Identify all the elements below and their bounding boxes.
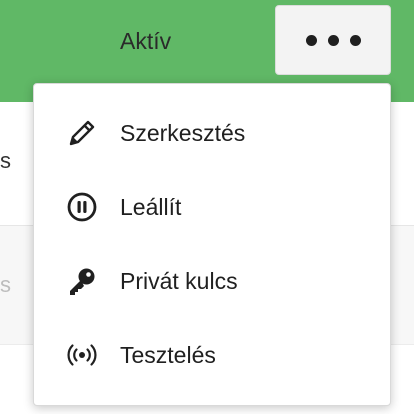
menu-item-private-key[interactable]: Privát kulcs xyxy=(34,244,390,318)
more-dots-icon xyxy=(327,34,339,46)
menu-item-test[interactable]: Tesztelés xyxy=(34,318,390,392)
menu-item-stop[interactable]: Leállít xyxy=(34,170,390,244)
page: Aktív s s Szerkesztés Leállít Privát kul… xyxy=(0,0,414,414)
key-icon xyxy=(64,263,100,299)
menu-item-label: Szerkesztés xyxy=(120,119,246,146)
status-label: Aktív xyxy=(120,28,172,54)
pause-circle-icon xyxy=(64,189,100,225)
pencil-icon xyxy=(64,115,100,151)
more-options-button[interactable] xyxy=(275,5,391,75)
more-dots-icon xyxy=(305,34,317,46)
background-row-text: s xyxy=(0,148,11,173)
menu-item-edit[interactable]: Szerkesztés xyxy=(34,96,390,170)
actions-dropdown-menu: Szerkesztés Leállít Privát kulcs Tesztel… xyxy=(33,83,391,406)
menu-item-label: Tesztelés xyxy=(120,341,216,368)
menu-item-label: Privát kulcs xyxy=(120,267,238,294)
menu-item-label: Leállít xyxy=(120,193,182,220)
more-dots-icon xyxy=(349,34,361,46)
background-row-text: s xyxy=(0,272,11,297)
broadcast-icon xyxy=(64,337,100,373)
